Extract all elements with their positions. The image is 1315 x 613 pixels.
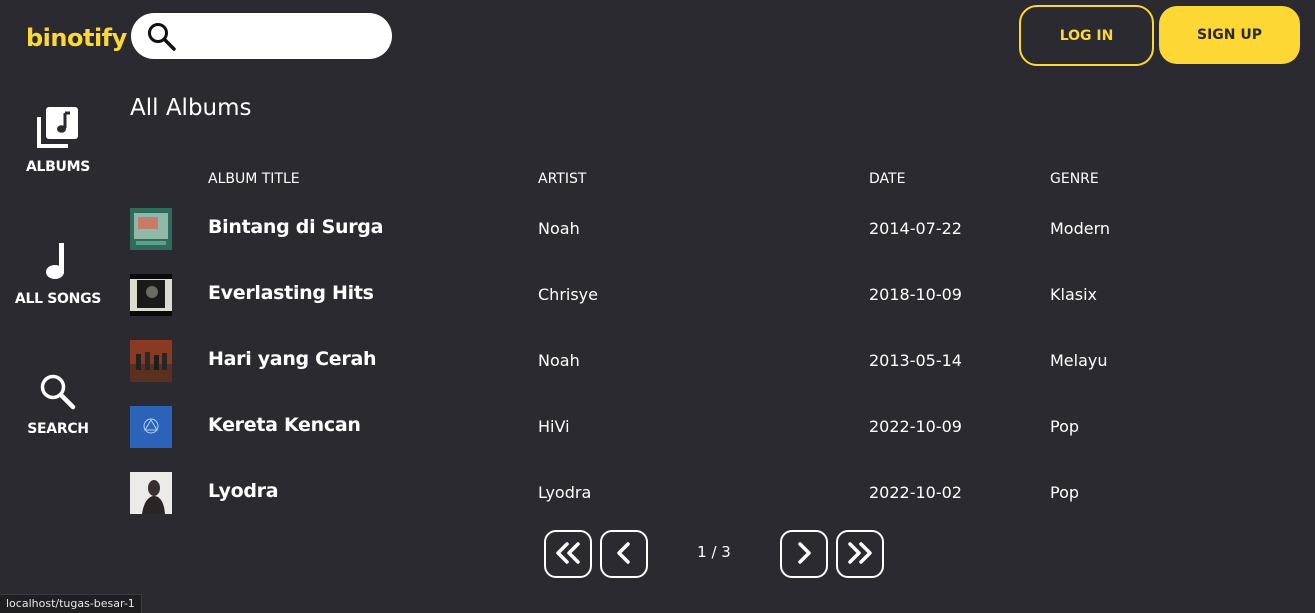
page-title: All Albums [130,95,252,121]
album-artist: Chrisye [538,285,598,304]
first-page-button[interactable] [544,530,592,578]
album-cover [130,208,172,250]
sidebar-item-all-songs[interactable]: ALL SONGS [0,241,116,307]
album-row[interactable]: Kereta Kencan HiVi 2022-10-09 Pop [130,406,1290,448]
album-date: 2018-10-09 [869,285,962,304]
column-header-date: DATE [869,171,906,187]
next-page-button[interactable] [780,530,828,578]
album-row[interactable]: Everlasting Hits Chrisye 2018-10-09 Klas… [130,274,1290,316]
album-artist: Noah [538,219,580,238]
album-title[interactable]: Lyodra [208,480,279,502]
search-icon [39,373,77,415]
album-date: 2014-07-22 [869,219,962,238]
album-cover [130,274,172,316]
search-icon [146,21,178,57]
sidebar-item-search-label: SEARCH [27,421,89,437]
album-date: 2022-10-09 [869,417,962,436]
album-artist: Noah [538,351,580,370]
app-root: binotify LOG IN SIGN UP ALBUMS ALL SONGS… [0,0,1315,613]
album-title[interactable]: Kereta Kencan [208,414,361,436]
chevron-left-icon [614,541,634,568]
album-title[interactable]: Hari yang Cerah [208,348,377,370]
search-bar[interactable] [131,13,392,59]
signup-button[interactable]: SIGN UP [1159,6,1300,64]
album-library-icon [36,105,80,153]
search-input[interactable] [189,21,379,51]
album-genre: Pop [1050,417,1080,436]
double-chevron-right-icon [845,541,875,568]
album-genre: Modern [1050,219,1111,238]
sidebar-item-search[interactable]: SEARCH [0,373,116,437]
album-date: 2022-10-02 [869,483,962,502]
album-row[interactable]: Lyodra Lyodra 2022-10-02 Pop [130,472,1290,514]
login-button[interactable]: LOG IN [1019,5,1154,66]
music-note-icon [43,241,73,285]
album-cover [130,406,172,448]
page-indicator: 1 / 3 [697,543,731,561]
album-cover [130,472,172,514]
album-date: 2013-05-14 [869,351,962,370]
album-artist: Lyodra [538,483,592,502]
sidebar-item-albums[interactable]: ALBUMS [0,105,116,175]
album-title[interactable]: Bintang di Surga [208,216,383,238]
album-genre: Klasix [1050,285,1097,304]
album-title[interactable]: Everlasting Hits [208,282,374,304]
album-artist: HiVi [538,417,570,436]
album-genre: Melayu [1050,351,1108,370]
album-row[interactable]: Bintang di Surga Noah 2014-07-22 Modern [130,208,1290,250]
status-bar-url: localhost/tugas-besar-1 [0,594,142,613]
column-header-artist: ARTIST [538,171,587,187]
album-cover [130,340,172,382]
column-header-genre: GENRE [1050,171,1099,187]
album-genre: Pop [1050,483,1080,502]
previous-page-button[interactable] [600,530,648,578]
column-header-album-title: ALBUM TITLE [208,171,300,187]
album-row[interactable]: Hari yang Cerah Noah 2013-05-14 Melayu [130,340,1290,382]
chevron-right-icon [794,541,814,568]
last-page-button[interactable] [836,530,884,578]
sidebar-item-albums-label: ALBUMS [25,159,90,175]
double-chevron-left-icon [553,541,583,568]
app-logo[interactable]: binotify [26,24,127,52]
sidebar-item-all-songs-label: ALL SONGS [14,291,102,307]
